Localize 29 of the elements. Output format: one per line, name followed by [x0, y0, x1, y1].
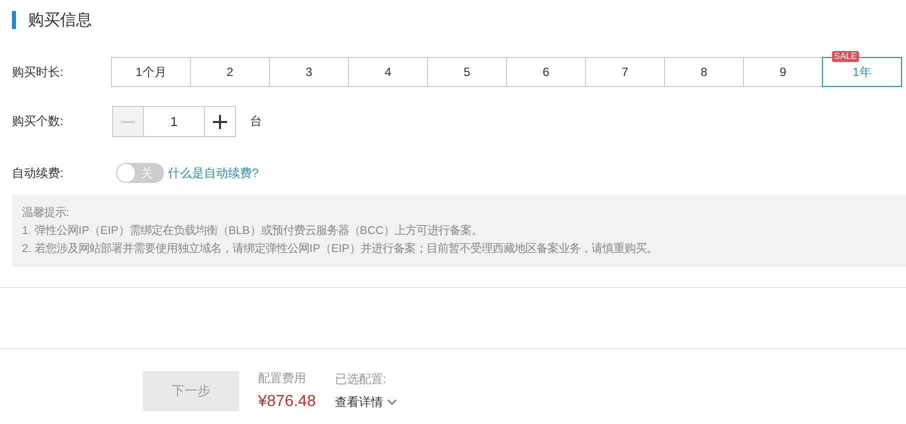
- duration-option[interactable]: 4: [348, 57, 428, 87]
- duration-label: 购买时长:: [12, 64, 64, 80]
- cost-label: 配置费用: [258, 370, 307, 387]
- plus-button[interactable]: [204, 106, 236, 137]
- duration-option[interactable]: 3: [269, 57, 349, 87]
- notice-title: 温馨提示:: [22, 206, 70, 221]
- sale-badge: SALE: [832, 51, 860, 62]
- quantity-label: 购买个数:: [12, 113, 64, 130]
- duration-option[interactable]: 2: [190, 57, 270, 87]
- minus-icon: [121, 120, 135, 122]
- duration-option[interactable]: 6: [506, 57, 586, 87]
- price: ¥876.48: [258, 393, 316, 411]
- title-accent-bar: [12, 11, 16, 29]
- quantity-input[interactable]: 1: [144, 106, 204, 137]
- config-label: 已选配置:: [334, 370, 388, 388]
- chevron-down-icon: [386, 398, 397, 406]
- plus-icon: [213, 114, 227, 128]
- duration-option[interactable]: 7: [585, 57, 665, 87]
- notice-line: 1. 弹性公网IP（EIP）需绑定在负载均衡（BLB）或预付费云服务器（BCC）上方可进行备案。: [22, 223, 484, 239]
- auto-renew-label: 自动续费:: [12, 164, 64, 182]
- duration-option[interactable]: 8: [664, 57, 744, 87]
- section-title: 购买信息: [28, 10, 92, 30]
- duration-option[interactable]: 5: [427, 57, 507, 87]
- notice-line: 2. 若您涉及网站部署并需要使用独立域名，请绑定弹性公网IP（EIP）并进行备案；目前暂不受理西藏地区备案业务，请慎重购买。: [22, 241, 658, 257]
- details-link[interactable]: 查看详情: [334, 394, 397, 410]
- help-link[interactable]: 什么是自动续费?: [168, 164, 259, 182]
- duration-option[interactable]: 1个月: [111, 57, 191, 87]
- quantity-unit: 台: [250, 113, 262, 130]
- duration-option[interactable]: 9: [743, 57, 823, 87]
